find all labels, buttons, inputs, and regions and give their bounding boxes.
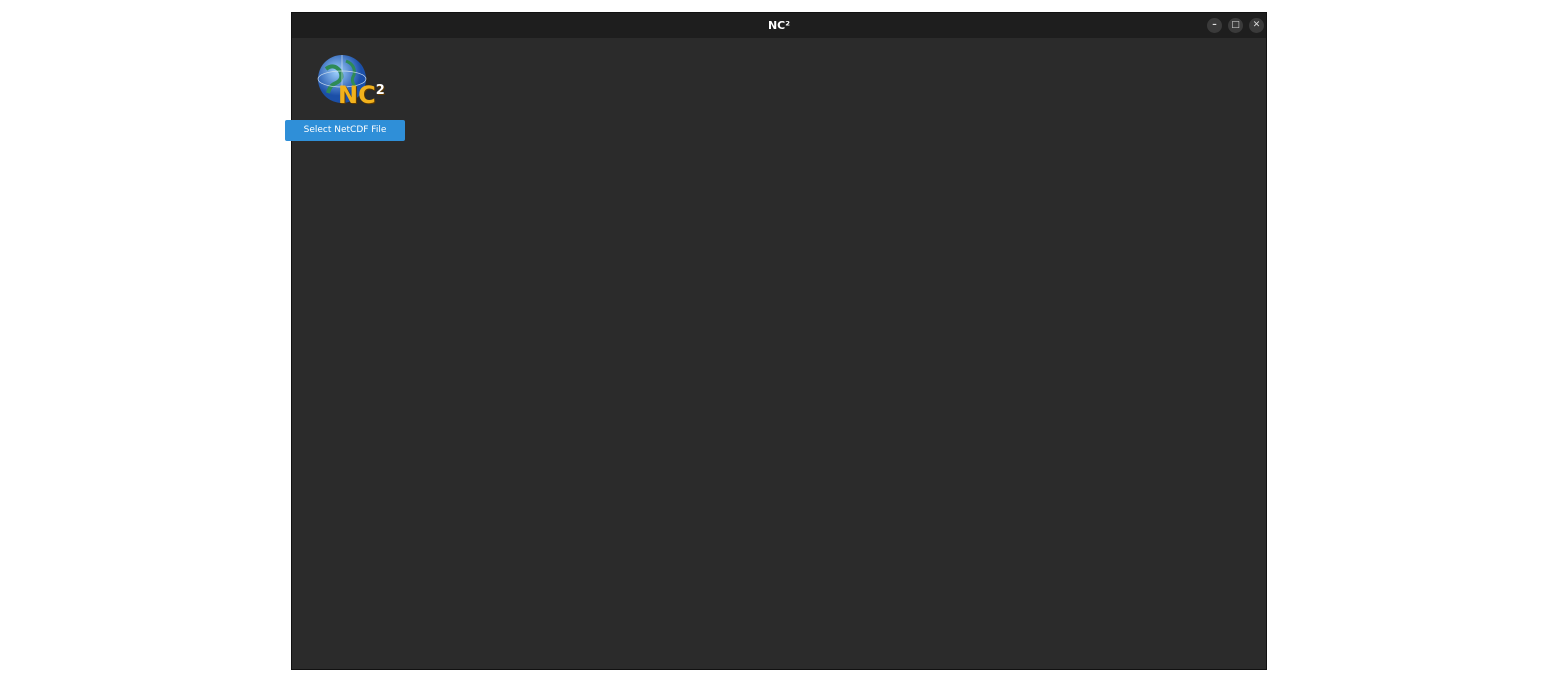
title-bar: NC² – □ ✕: [292, 13, 1266, 38]
window-title: NC²: [767, 19, 791, 32]
app-logo: NC2: [316, 51, 386, 113]
screenshot-stage: NC² – □ ✕ NC2 Select NetCDF File Select …: [0, 0, 1566, 674]
logo-text: NC2: [338, 81, 385, 109]
app-window: NC² – □ ✕ NC2 Select NetCDF File Select …: [285, 12, 1267, 670]
close-icon[interactable]: ✕: [1249, 18, 1264, 33]
maximize-icon[interactable]: □: [1228, 18, 1243, 33]
select-file[interactable]: Select NetCDF File: [285, 120, 405, 141]
minimize-icon[interactable]: –: [1207, 18, 1222, 33]
